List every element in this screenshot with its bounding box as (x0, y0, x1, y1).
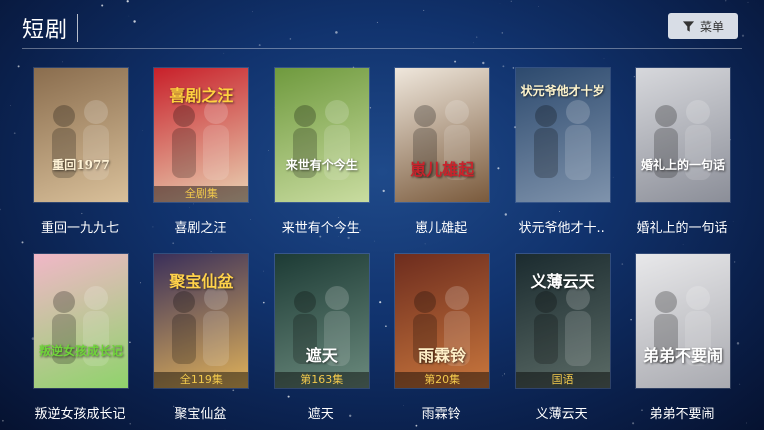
drama-card[interactable]: 崽儿雄起 崽儿雄起 (394, 67, 491, 236)
drama-card[interactable]: 叛逆女孩成长记 叛逆女孩成长记 (33, 253, 129, 422)
drama-title: 喜剧之汪 (174, 221, 227, 236)
poster-artwork (395, 68, 490, 202)
drama-title: 状元爷他才十.. (518, 221, 605, 236)
drama-card[interactable]: 遮天 第163集 遮天 (273, 253, 370, 422)
poster-artwork (636, 68, 730, 202)
poster-title: 崽儿雄起 (410, 160, 475, 179)
header-divider (22, 48, 742, 49)
menu-button[interactable]: 菜单 (668, 13, 738, 39)
drama-card[interactable]: 重回1977 重回一九九七 (33, 67, 129, 236)
episode-badge: 国语 (515, 372, 610, 388)
drama-poster[interactable]: 聚宝仙盆全119集 (153, 253, 250, 389)
drama-poster[interactable]: 婚礼上的一句话 (635, 67, 731, 203)
drama-card[interactable]: 婚礼上的一句话 婚礼上的一句话 (635, 67, 731, 236)
drama-title: 遮天 (307, 407, 334, 422)
drama-poster[interactable]: 遮天第163集 (273, 253, 370, 389)
title-divider (77, 14, 78, 42)
drama-card[interactable]: 雨霖铃 第20集 雨霖铃 (394, 253, 491, 422)
poster-artwork (274, 254, 369, 388)
drama-poster[interactable]: 弟弟不要闹 (635, 253, 731, 389)
filter-icon (682, 20, 695, 32)
drama-title: 聚宝仙盆 (174, 407, 227, 422)
poster-title: 聚宝仙盆 (169, 272, 234, 291)
drama-poster[interactable]: 雨霖铃第20集 (394, 253, 491, 389)
drama-poster[interactable]: 状元爷他才十岁 (514, 67, 611, 203)
drama-poster[interactable]: 义薄云天 国语 (514, 253, 611, 389)
drama-card[interactable]: 喜剧之汪 全剧集 喜剧之汪 (153, 67, 250, 236)
poster-artwork (274, 68, 369, 202)
drama-title: 崽儿雄起 (415, 221, 468, 236)
drama-poster[interactable]: 来世有个今生 (273, 67, 370, 203)
poster-artwork (34, 254, 128, 388)
menu-button-label: 菜单 (699, 19, 724, 34)
drama-title: 来世有个今生 (281, 221, 360, 236)
poster-title: 遮天 (305, 346, 338, 365)
drama-card[interactable]: 义薄云天 国语 义薄云天 (514, 253, 611, 422)
page-title: 短剧 (22, 18, 69, 43)
drama-title: 重回一九九七 (40, 221, 119, 236)
poster-artwork (395, 254, 490, 388)
poster-artwork (636, 254, 730, 388)
poster-title: 状元爷他才十岁 (520, 84, 605, 98)
drama-title: 弟弟不要闹 (649, 407, 715, 422)
drama-poster[interactable]: 重回1977 (33, 67, 129, 203)
poster-title: 来世有个今生 (285, 158, 358, 172)
poster-artwork (34, 68, 128, 202)
drama-card[interactable]: 弟弟不要闹 弟弟不要闹 (635, 253, 731, 422)
episode-badge: 第20集 (395, 372, 490, 388)
drama-card[interactable]: 来世有个今生 来世有个今生 (273, 67, 370, 236)
drama-title: 雨霖铃 (421, 407, 461, 422)
poster-title: 婚礼上的一句话 (640, 158, 725, 172)
drama-title: 义薄云天 (535, 407, 588, 422)
episode-badge: 全119集 (154, 372, 249, 388)
episode-badge: 第163集 (274, 372, 369, 388)
drama-title: 婚礼上的一句话 (636, 221, 728, 236)
poster-title: 重回1977 (52, 158, 110, 172)
header: 短剧 菜单 (22, 10, 742, 48)
poster-title: 叛逆女孩成长记 (38, 344, 123, 358)
poster-title: 弟弟不要闹 (642, 346, 723, 365)
drama-poster[interactable]: 喜剧之汪 全剧集 (153, 67, 250, 203)
poster-title: 义薄云天 (530, 272, 595, 291)
drama-card[interactable]: 状元爷他才十岁 状元爷他才十.. (514, 67, 611, 236)
drama-card[interactable]: 聚宝仙盆 全119集 聚宝仙盆 (153, 253, 250, 422)
drama-poster[interactable]: 崽儿雄起 (394, 67, 491, 203)
drama-title: 叛逆女孩成长记 (34, 407, 126, 422)
poster-title: 喜剧之汪 (169, 86, 234, 105)
poster-title: 雨霖铃 (418, 346, 467, 365)
drama-poster[interactable]: 叛逆女孩成长记 (33, 253, 129, 389)
episode-badge: 全剧集 (154, 186, 249, 202)
